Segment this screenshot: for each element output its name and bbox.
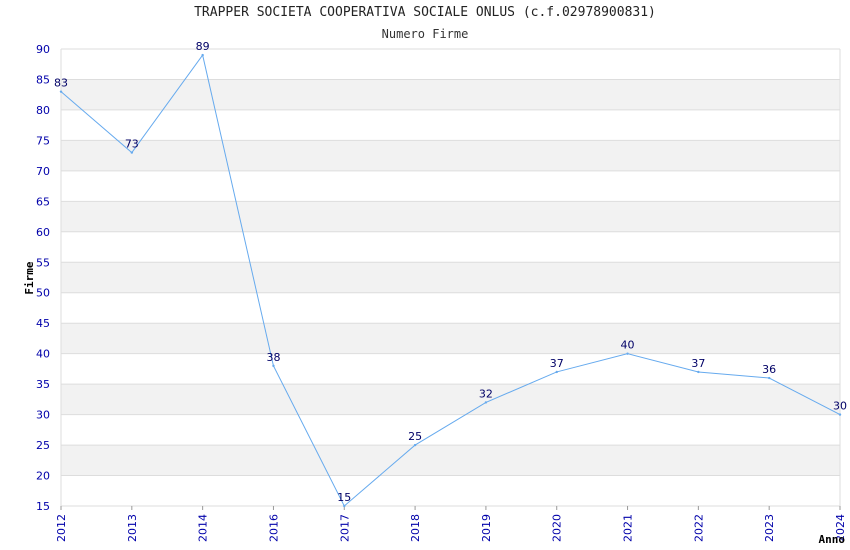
data-label: 89 xyxy=(196,40,210,53)
y-axis-ticks: 15 20 25 30 35 40 45 50 55 60 65 70 75 80 85 90 xyxy=(36,43,50,513)
band xyxy=(61,262,840,293)
data-label: 37 xyxy=(691,357,705,370)
y-tick-label: 20 xyxy=(36,470,50,483)
y-tick-label: 80 xyxy=(36,104,50,117)
background-bands xyxy=(61,79,840,476)
x-tick-label: 2021 xyxy=(622,514,635,542)
band xyxy=(61,79,840,110)
band xyxy=(61,323,840,354)
data-point xyxy=(343,504,346,508)
data-point xyxy=(130,151,134,154)
data-label: 83 xyxy=(54,77,68,90)
x-tick-label: 2022 xyxy=(692,514,705,542)
x-tick-label: 2016 xyxy=(267,514,280,542)
x-tick-label: 2019 xyxy=(480,514,493,542)
line-chart: 15202530354045505560657075808590 2012 201… xyxy=(23,40,847,546)
y-tick-label: 65 xyxy=(36,195,50,208)
data-point xyxy=(272,364,275,368)
data-point xyxy=(59,90,63,93)
data-point xyxy=(767,376,771,380)
data-point xyxy=(838,413,842,416)
x-tick-label: 2018 xyxy=(409,514,422,542)
data-point xyxy=(484,401,488,404)
x-tick-label: 2023 xyxy=(763,514,776,542)
x-axis-label: Anno xyxy=(819,533,846,546)
data-point xyxy=(201,53,204,57)
data-label: 40 xyxy=(621,339,635,352)
data-point xyxy=(555,370,558,374)
x-tick-label: 2020 xyxy=(551,514,564,542)
y-tick-label: 30 xyxy=(36,409,50,422)
y-tick-label: 50 xyxy=(36,287,50,300)
data-label: 38 xyxy=(266,351,280,364)
y-axis-label: Firme xyxy=(23,261,36,294)
y-tick-label: 40 xyxy=(36,348,50,361)
data-label: 25 xyxy=(408,430,422,443)
band xyxy=(61,201,840,232)
x-tick-label: 2014 xyxy=(197,514,210,542)
band xyxy=(61,445,840,476)
data-point xyxy=(413,443,417,447)
x-tick-label: 2012 xyxy=(55,514,68,542)
y-tick-label: 45 xyxy=(36,317,50,330)
y-tick-label: 70 xyxy=(36,165,50,178)
data-label: 37 xyxy=(550,357,564,370)
y-tick-label: 85 xyxy=(36,73,50,86)
y-tick-label: 55 xyxy=(36,256,50,269)
data-point xyxy=(626,352,629,355)
data-label: 32 xyxy=(479,387,493,400)
data-label: 30 xyxy=(833,400,847,413)
data-label: 73 xyxy=(125,138,139,151)
x-tick-label: 2017 xyxy=(338,514,351,542)
y-tick-label: 25 xyxy=(36,439,50,452)
data-label: 36 xyxy=(762,363,776,376)
y-tick-label: 35 xyxy=(36,378,50,391)
y-tick-label: 75 xyxy=(36,134,50,147)
band xyxy=(61,140,840,171)
x-tick-label: 2013 xyxy=(126,514,139,542)
y-tick-label: 60 xyxy=(36,226,50,239)
x-axis-ticks: 2012 2013 2014 2016 2017 2018 2019 2020 2021 2022… xyxy=(55,506,847,542)
data-label: 15 xyxy=(337,491,351,504)
band xyxy=(61,384,840,415)
y-tick-label: 15 xyxy=(36,500,50,513)
y-tick-label: 90 xyxy=(36,43,50,56)
data-point xyxy=(697,370,700,374)
